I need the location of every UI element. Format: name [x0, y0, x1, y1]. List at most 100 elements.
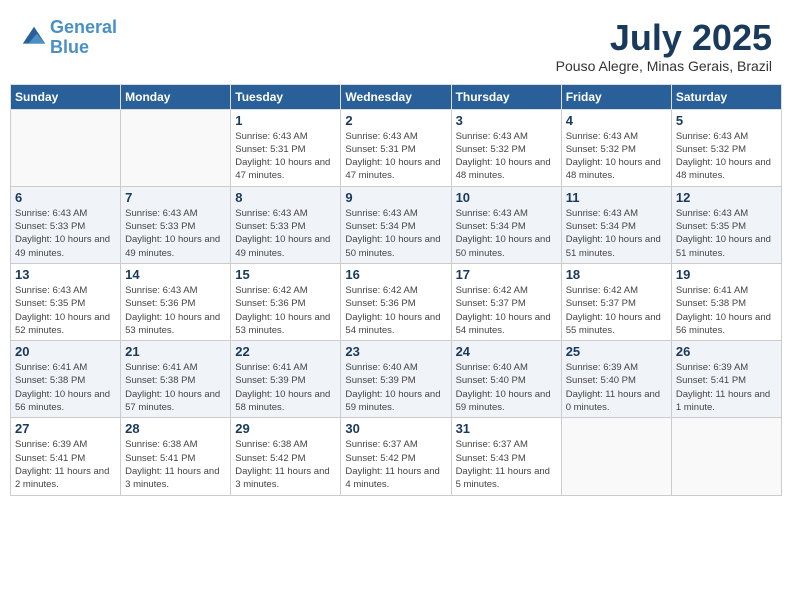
calendar-cell: 24Sunrise: 6:40 AM Sunset: 5:40 PM Dayli…: [451, 341, 561, 418]
calendar-cell: 12 Sunrise: 6:43 AM Sunset: 5:35 PM Dayli…: [671, 186, 781, 263]
day-number: 31: [456, 421, 557, 436]
calendar-cell: 8 Sunrise: 6:43 AM Sunset: 5:33 PM Daylig…: [231, 186, 341, 263]
calendar-week-row: 27 Sunrise: 6:39 AM Sunset: 5:41 PM Dayli…: [11, 418, 782, 495]
day-info: Sunrise: 6:43 AM Sunset: 5:31 PM Dayligh…: [345, 130, 446, 183]
day-number: 18: [566, 267, 667, 282]
day-number: 8: [235, 190, 336, 205]
day-number: 9: [345, 190, 446, 205]
calendar-cell: 1 Sunrise: 6:43 AM Sunset: 5:31 PM Daylig…: [231, 109, 341, 186]
calendar-cell: 5Sunrise: 6:43 AM Sunset: 5:32 PM Daylig…: [671, 109, 781, 186]
day-of-week-header: Friday: [561, 84, 671, 109]
day-number: 2: [345, 113, 446, 128]
calendar-cell: 27 Sunrise: 6:39 AM Sunset: 5:41 PM Dayli…: [11, 418, 121, 495]
day-info: Sunrise: 6:43 AM Sunset: 5:31 PM Dayligh…: [235, 130, 336, 183]
day-info: Sunrise: 6:43 AM Sunset: 5:35 PM Dayligh…: [15, 284, 116, 337]
calendar-cell: 30 Sunrise: 6:37 AM Sunset: 5:42 PM Dayli…: [341, 418, 451, 495]
day-number: 28: [125, 421, 226, 436]
day-number: 27: [15, 421, 116, 436]
calendar-cell: 20Sunrise: 6:41 AM Sunset: 5:38 PM Dayli…: [11, 341, 121, 418]
calendar-cell: 14 Sunrise: 6:43 AM Sunset: 5:36 PM Dayli…: [121, 263, 231, 340]
day-info: Sunrise: 6:41 AM Sunset: 5:38 PM Dayligh…: [676, 284, 777, 337]
day-info: Sunrise: 6:43 AM Sunset: 5:34 PM Dayligh…: [566, 207, 667, 260]
calendar-week-row: 20Sunrise: 6:41 AM Sunset: 5:38 PM Dayli…: [11, 341, 782, 418]
calendar-cell: 25 Sunrise: 6:39 AM Sunset: 5:40 PM Dayli…: [561, 341, 671, 418]
calendar-cell: 26 Sunrise: 6:39 AM Sunset: 5:41 PM Dayli…: [671, 341, 781, 418]
day-of-week-header: Sunday: [11, 84, 121, 109]
day-info: Sunrise: 6:43 AM Sunset: 5:32 PM Dayligh…: [456, 130, 557, 183]
day-info: Sunrise: 6:42 AM Sunset: 5:36 PM Dayligh…: [345, 284, 446, 337]
day-info: Sunrise: 6:41 AM Sunset: 5:38 PM Dayligh…: [15, 361, 116, 414]
day-number: 10: [456, 190, 557, 205]
logo-icon: [20, 24, 48, 52]
page-header: General Blue July 2025 Pouso Alegre, Min…: [10, 10, 782, 78]
calendar-cell: 16Sunrise: 6:42 AM Sunset: 5:36 PM Dayli…: [341, 263, 451, 340]
day-of-week-header: Thursday: [451, 84, 561, 109]
location-subtitle: Pouso Alegre, Minas Gerais, Brazil: [556, 58, 772, 74]
calendar-cell: 17Sunrise: 6:42 AM Sunset: 5:37 PM Dayli…: [451, 263, 561, 340]
day-number: 23: [345, 344, 446, 359]
calendar-cell: [121, 109, 231, 186]
calendar-cell: 28Sunrise: 6:38 AM Sunset: 5:41 PM Dayli…: [121, 418, 231, 495]
calendar-table: SundayMondayTuesdayWednesdayThursdayFrid…: [10, 84, 782, 496]
day-info: Sunrise: 6:38 AM Sunset: 5:42 PM Dayligh…: [235, 438, 336, 491]
day-info: Sunrise: 6:39 AM Sunset: 5:41 PM Dayligh…: [676, 361, 777, 414]
calendar-cell: 7 Sunrise: 6:43 AM Sunset: 5:33 PM Daylig…: [121, 186, 231, 263]
calendar-cell: 9 Sunrise: 6:43 AM Sunset: 5:34 PM Daylig…: [341, 186, 451, 263]
calendar-cell: 19 Sunrise: 6:41 AM Sunset: 5:38 PM Dayli…: [671, 263, 781, 340]
day-number: 19: [676, 267, 777, 282]
calendar-cell: 4Sunrise: 6:43 AM Sunset: 5:32 PM Daylig…: [561, 109, 671, 186]
day-info: Sunrise: 6:42 AM Sunset: 5:36 PM Dayligh…: [235, 284, 336, 337]
day-info: Sunrise: 6:43 AM Sunset: 5:36 PM Dayligh…: [125, 284, 226, 337]
day-info: Sunrise: 6:39 AM Sunset: 5:40 PM Dayligh…: [566, 361, 667, 414]
day-number: 3: [456, 113, 557, 128]
day-of-week-header: Saturday: [671, 84, 781, 109]
day-number: 25: [566, 344, 667, 359]
calendar-cell: 6Sunrise: 6:43 AM Sunset: 5:33 PM Daylig…: [11, 186, 121, 263]
day-info: Sunrise: 6:43 AM Sunset: 5:34 PM Dayligh…: [456, 207, 557, 260]
day-info: Sunrise: 6:41 AM Sunset: 5:38 PM Dayligh…: [125, 361, 226, 414]
calendar-cell: [11, 109, 121, 186]
day-info: Sunrise: 6:43 AM Sunset: 5:32 PM Dayligh…: [676, 130, 777, 183]
day-info: Sunrise: 6:43 AM Sunset: 5:33 PM Dayligh…: [125, 207, 226, 260]
calendar-cell: 22 Sunrise: 6:41 AM Sunset: 5:39 PM Dayli…: [231, 341, 341, 418]
day-number: 14: [125, 267, 226, 282]
day-of-week-header: Tuesday: [231, 84, 341, 109]
day-info: Sunrise: 6:43 AM Sunset: 5:32 PM Dayligh…: [566, 130, 667, 183]
day-number: 24: [456, 344, 557, 359]
day-info: Sunrise: 6:40 AM Sunset: 5:39 PM Dayligh…: [345, 361, 446, 414]
day-number: 29: [235, 421, 336, 436]
calendar-cell: 13Sunrise: 6:43 AM Sunset: 5:35 PM Dayli…: [11, 263, 121, 340]
day-info: Sunrise: 6:43 AM Sunset: 5:35 PM Dayligh…: [676, 207, 777, 260]
calendar-week-row: 6 Sunrise: 6:43 AM Sunset: 5:33 PM Daylig…: [11, 186, 782, 263]
calendar-cell: 15 Sunrise: 6:42 AM Sunset: 5:36 PM Dayli…: [231, 263, 341, 340]
calendar-cell: 23 Sunrise: 6:40 AM Sunset: 5:39 PM Dayli…: [341, 341, 451, 418]
calendar-week-row: 1 Sunrise: 6:43 AM Sunset: 5:31 PM Daylig…: [11, 109, 782, 186]
day-number: 30: [345, 421, 446, 436]
day-number: 15: [235, 267, 336, 282]
day-number: 1: [235, 113, 336, 128]
day-number: 26: [676, 344, 777, 359]
day-info: Sunrise: 6:42 AM Sunset: 5:37 PM Dayligh…: [566, 284, 667, 337]
day-info: Sunrise: 6:37 AM Sunset: 5:42 PM Dayligh…: [345, 438, 446, 491]
calendar-cell: 21Sunrise: 6:41 AM Sunset: 5:38 PM Dayli…: [121, 341, 231, 418]
calendar-cell: 10 Sunrise: 6:43 AM Sunset: 5:34 PM Dayli…: [451, 186, 561, 263]
calendar-cell: [671, 418, 781, 495]
day-number: 12: [676, 190, 777, 205]
calendar-cell: 29 Sunrise: 6:38 AM Sunset: 5:42 PM Dayli…: [231, 418, 341, 495]
day-info: Sunrise: 6:42 AM Sunset: 5:37 PM Dayligh…: [456, 284, 557, 337]
day-info: Sunrise: 6:43 AM Sunset: 5:33 PM Dayligh…: [235, 207, 336, 260]
calendar-week-row: 13Sunrise: 6:43 AM Sunset: 5:35 PM Dayli…: [11, 263, 782, 340]
day-number: 22: [235, 344, 336, 359]
calendar-cell: 2 Sunrise: 6:43 AM Sunset: 5:31 PM Daylig…: [341, 109, 451, 186]
day-info: Sunrise: 6:39 AM Sunset: 5:41 PM Dayligh…: [15, 438, 116, 491]
day-info: Sunrise: 6:41 AM Sunset: 5:39 PM Dayligh…: [235, 361, 336, 414]
calendar-header-row: SundayMondayTuesdayWednesdayThursdayFrid…: [11, 84, 782, 109]
day-number: 11: [566, 190, 667, 205]
logo: General Blue: [20, 18, 117, 58]
day-of-week-header: Wednesday: [341, 84, 451, 109]
day-info: Sunrise: 6:37 AM Sunset: 5:43 PM Dayligh…: [456, 438, 557, 491]
title-block: July 2025 Pouso Alegre, Minas Gerais, Br…: [556, 18, 772, 74]
day-number: 6: [15, 190, 116, 205]
day-number: 7: [125, 190, 226, 205]
day-info: Sunrise: 6:43 AM Sunset: 5:34 PM Dayligh…: [345, 207, 446, 260]
